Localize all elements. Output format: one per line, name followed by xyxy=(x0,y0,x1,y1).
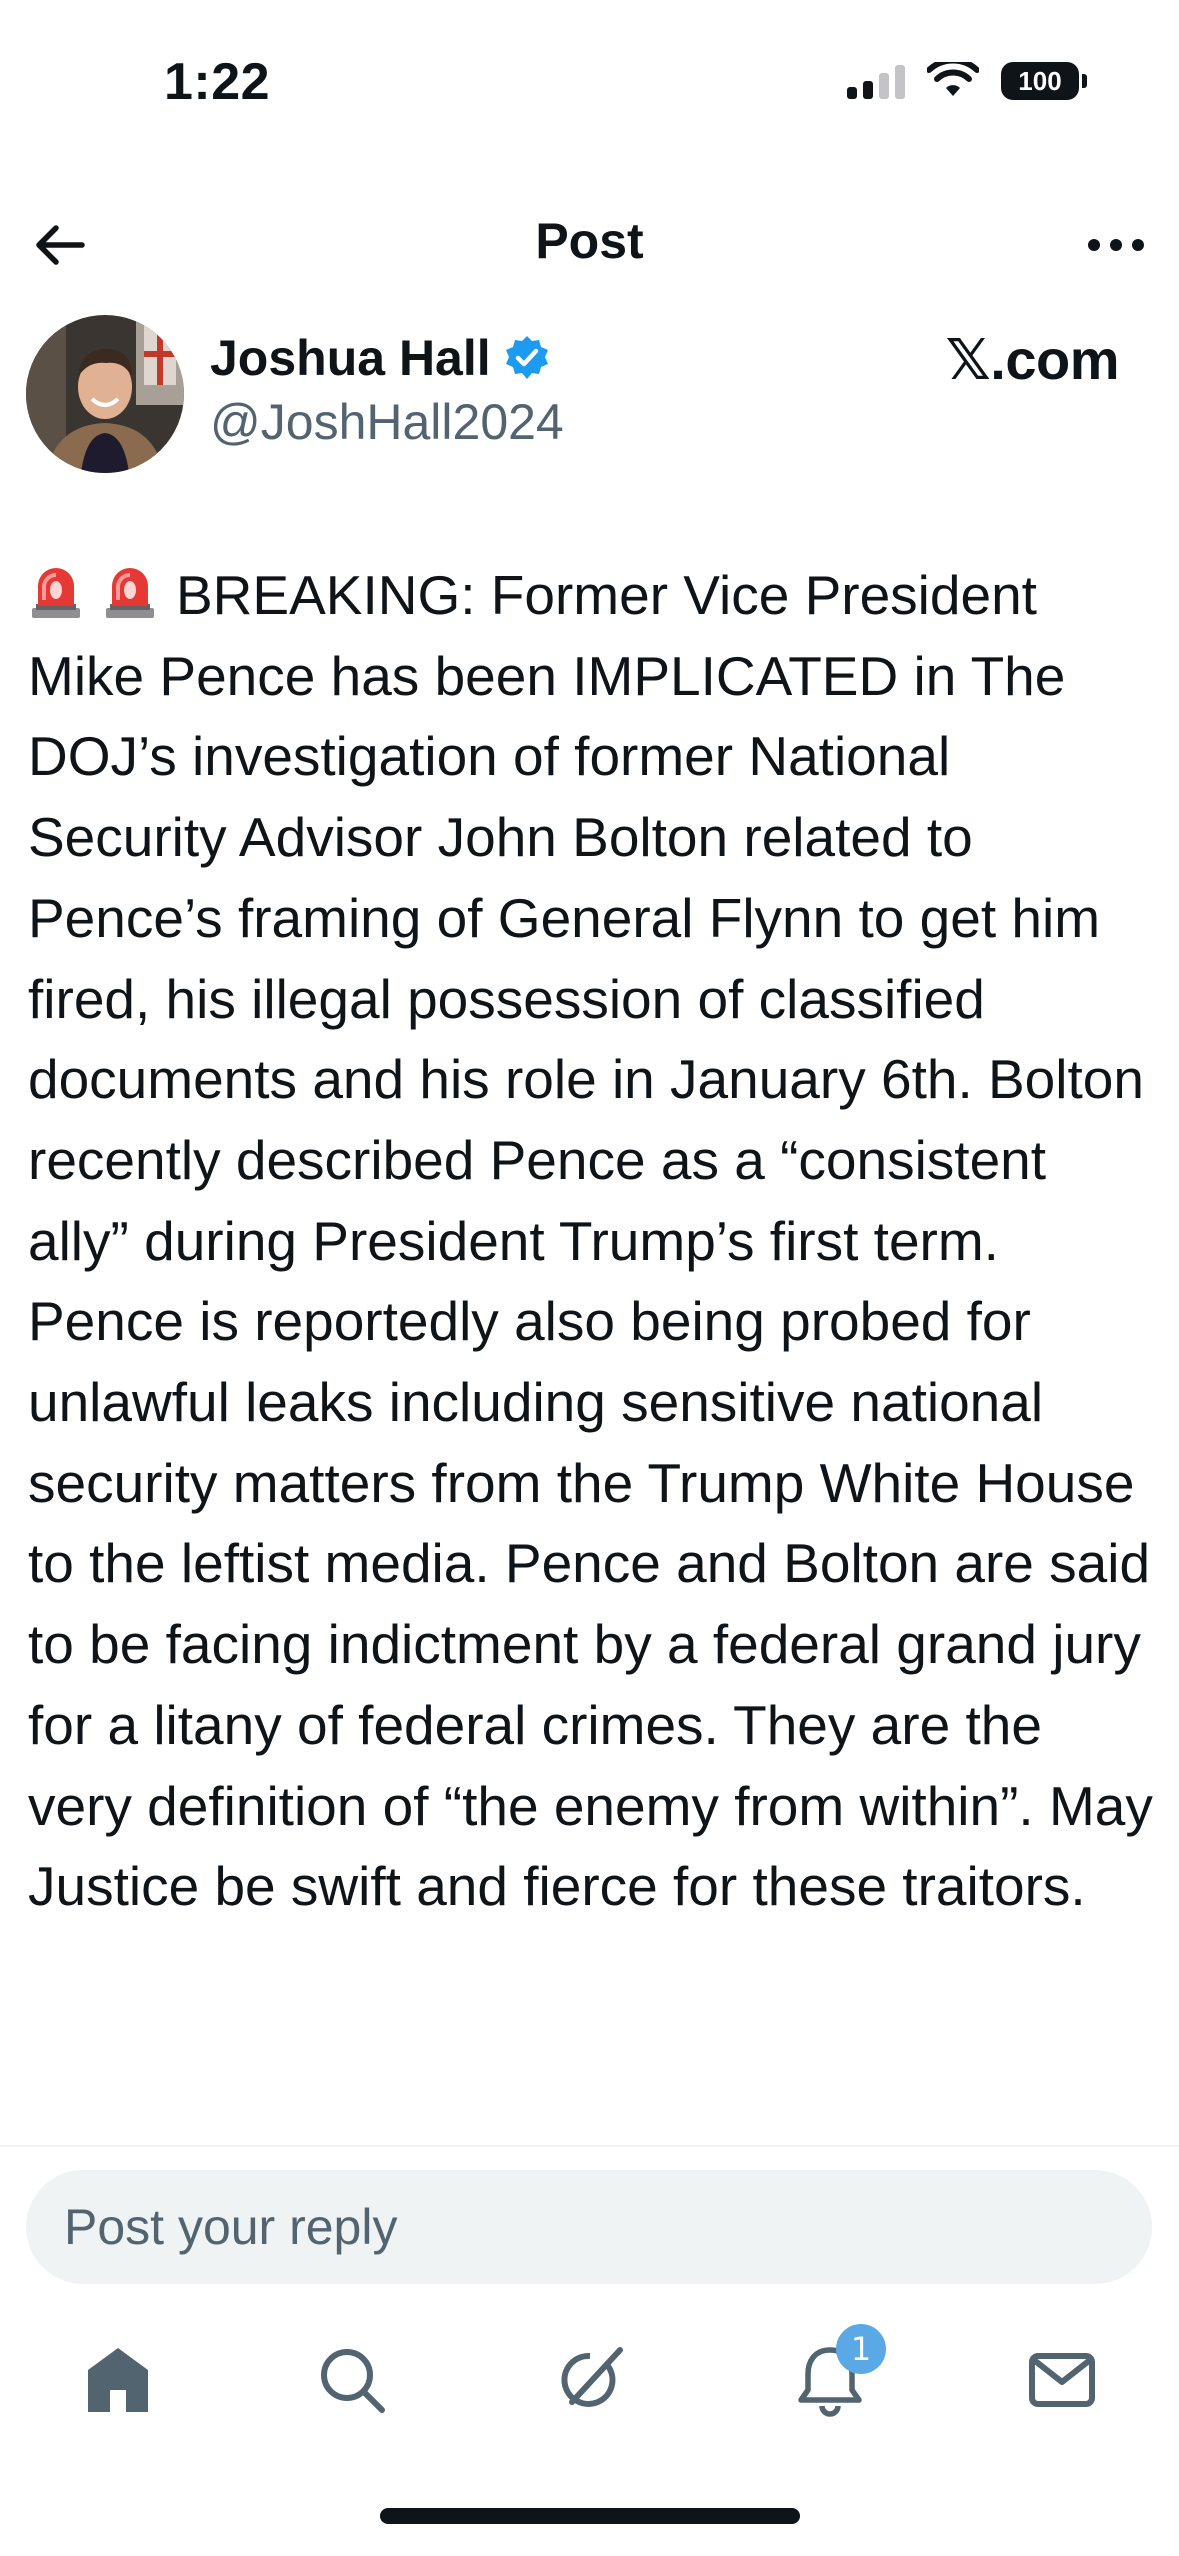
messages-icon[interactable] xyxy=(1022,2340,1102,2420)
status-icons: 100 xyxy=(847,62,1087,100)
wifi-icon xyxy=(927,62,979,96)
post-text: BREAKING: Former Vice President Mike Pen… xyxy=(28,564,1153,1918)
more-options-icon[interactable] xyxy=(1081,215,1151,275)
status-bar: 1:22 100 xyxy=(0,0,1179,170)
author-name[interactable]: Joshua Hall xyxy=(210,329,491,387)
post-header: Post xyxy=(0,190,1179,300)
post-author: Joshua Hall @JoshHall2024 𝕏.com xyxy=(26,315,1153,475)
battery-indicator: 100 xyxy=(1001,62,1087,100)
notification-badge: 1 xyxy=(836,2324,886,2374)
grok-icon[interactable] xyxy=(550,2340,630,2420)
bottom-navigation: 1 xyxy=(0,2320,1179,2450)
author-handle[interactable]: @JoshHall2024 xyxy=(210,393,564,451)
reply-placeholder: Post your reply xyxy=(64,2199,398,2255)
notifications-tab[interactable]: 1 xyxy=(790,2324,886,2420)
reply-input[interactable]: Post your reply xyxy=(26,2170,1152,2284)
siren-icon xyxy=(106,568,154,618)
source-label: 𝕏.com xyxy=(945,328,1120,391)
post-text-container: BREAKING: Former Vice President Mike Pen… xyxy=(28,555,1153,1927)
status-time: 1:22 xyxy=(164,53,271,111)
home-indicator[interactable] xyxy=(380,2508,800,2524)
page-title: Post xyxy=(535,213,644,269)
siren-icon xyxy=(32,568,80,618)
divider xyxy=(0,2145,1179,2147)
verified-badge-icon xyxy=(505,336,548,379)
cellular-signal-icon xyxy=(847,63,905,99)
search-icon[interactable] xyxy=(312,2340,392,2420)
author-name-row[interactable]: Joshua Hall xyxy=(210,329,551,387)
avatar[interactable] xyxy=(26,315,184,473)
home-icon[interactable] xyxy=(78,2340,158,2420)
